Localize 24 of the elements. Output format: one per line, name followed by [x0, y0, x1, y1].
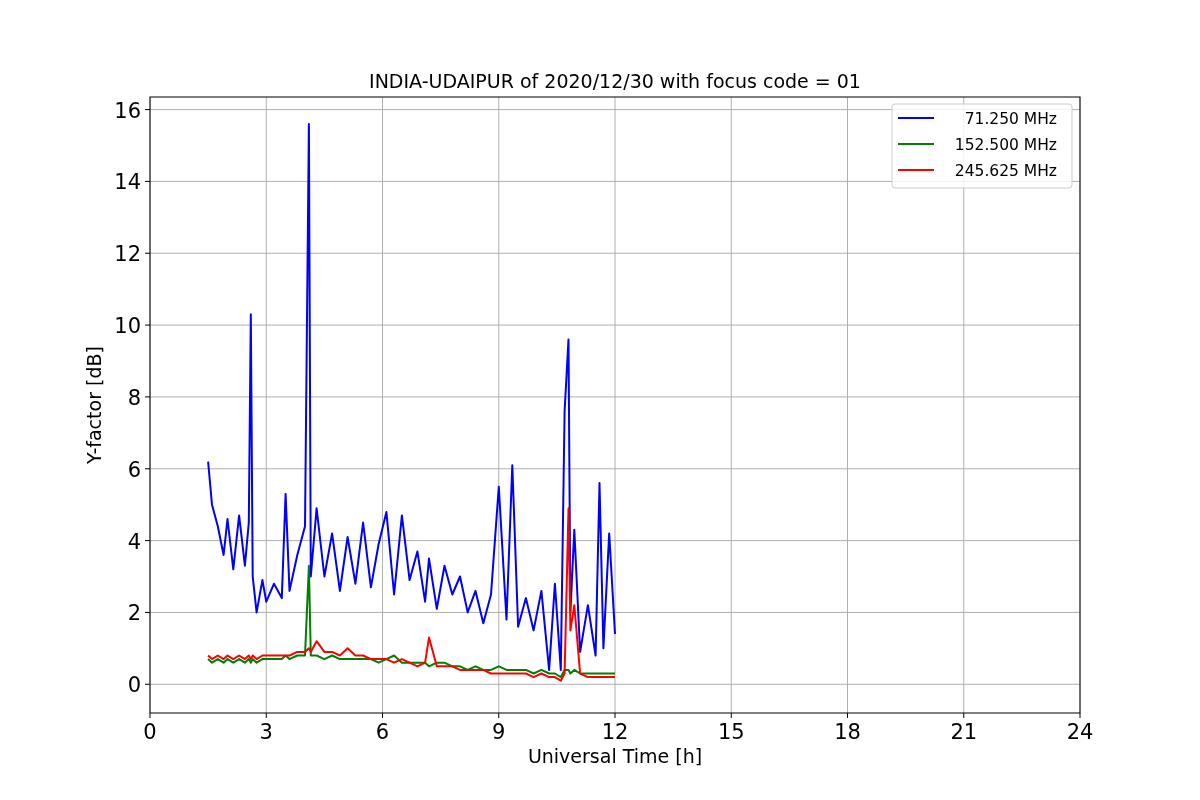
legend-label: 152.500 MHz: [954, 136, 1057, 154]
legend-label: 71.250 MHz: [964, 110, 1057, 128]
tick-label: 2: [127, 601, 141, 626]
legend-label: 245.625 MHz: [954, 162, 1057, 180]
y-axis-label: Y-factor [dB]: [83, 346, 105, 464]
tick-label: 10: [114, 314, 141, 339]
x-axis-label: Universal Time [h]: [527, 745, 703, 767]
tick-label: 8: [127, 385, 141, 410]
tick-label: 12: [114, 242, 141, 267]
tick-label: 3: [259, 720, 273, 744]
tick-label: 0: [143, 720, 157, 744]
tick-label: 15: [717, 720, 745, 744]
tick-label: 24: [1066, 720, 1094, 744]
chart-title: INDIA-UDAIPUR of 2020/12/30 with focus code = 01: [369, 70, 861, 92]
tick-label: 6: [127, 457, 141, 482]
tick-label: 4: [127, 529, 141, 554]
tick-label: 21: [950, 720, 978, 744]
tick-label: 9: [492, 720, 506, 744]
tick-label: 14: [114, 170, 141, 195]
tick-label: 16: [114, 98, 141, 123]
tick-label: 6: [375, 720, 390, 744]
tick-label: 12: [601, 720, 629, 744]
tick-label: 18: [834, 720, 861, 744]
tick-label: 0: [127, 673, 141, 698]
